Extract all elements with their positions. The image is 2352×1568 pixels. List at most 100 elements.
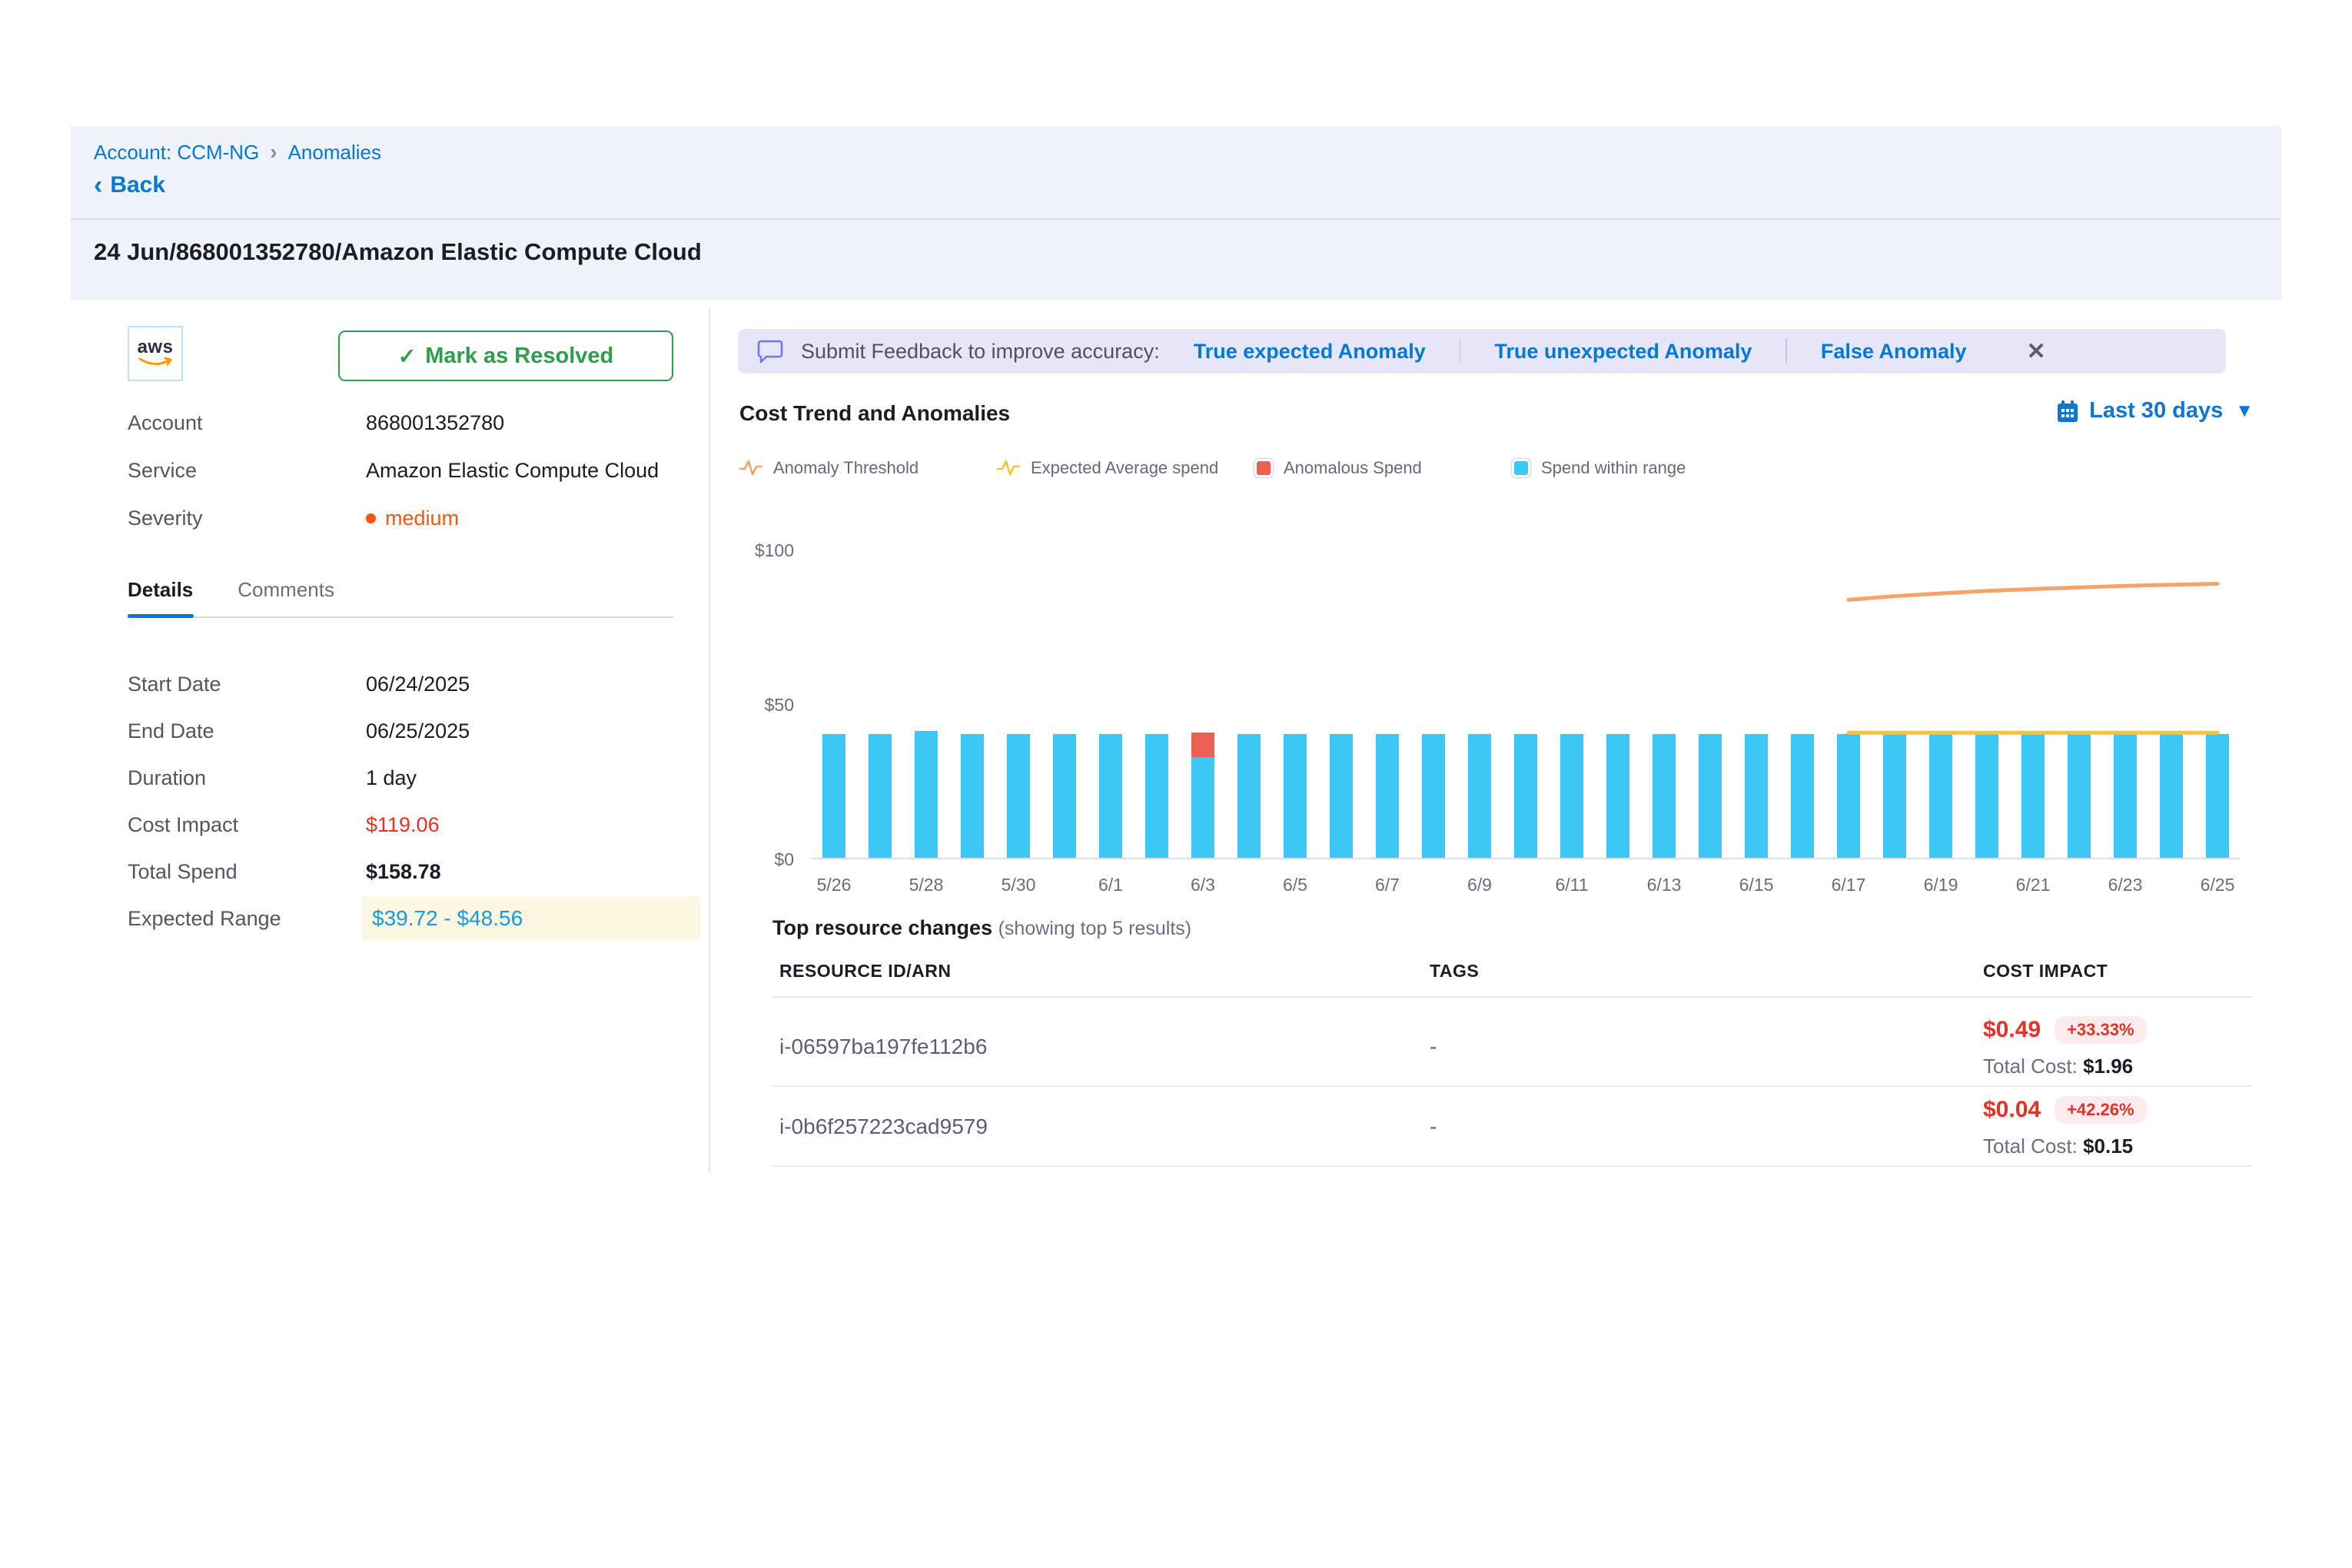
breadcrumb-anomalies-link[interactable]: Anomalies xyxy=(288,141,381,164)
tab-comments[interactable]: Comments xyxy=(238,578,334,616)
end-date-value: 06/25/2025 xyxy=(366,716,470,746)
feedback-prompt: Submit Feedback to improve accuracy: xyxy=(801,340,1160,364)
end-date-label: End Date xyxy=(128,716,214,746)
end-date-row: End Date 06/25/2025 xyxy=(128,716,696,746)
x-axis-tick: 6/3 xyxy=(1168,875,1237,895)
table-title-text: Top resource changes xyxy=(772,916,992,939)
x-axis-tick: 6/21 xyxy=(1998,875,2068,895)
back-chevron-icon: ‹ xyxy=(94,174,102,197)
close-icon[interactable]: ✕ xyxy=(2026,338,2045,365)
x-axis-tick: 6/25 xyxy=(2183,875,2252,895)
expected-range-row: Expected Range $39.72 - $48.56 xyxy=(128,903,696,934)
expected-range-highlight: $39.72 - $48.56 xyxy=(362,896,700,941)
change-percent-badge: +33.33% xyxy=(2055,1016,2146,1044)
calendar-icon xyxy=(2055,399,2080,424)
feedback-option-true-expected[interactable]: True expected Anomaly xyxy=(1160,340,1460,364)
legend-item-anomalous-spend: Anomalous Spend xyxy=(1254,458,1512,478)
x-axis-tick: 6/7 xyxy=(1353,875,1422,895)
resource-id[interactable]: i-0b6f257223cad9579 xyxy=(779,1115,988,1139)
chart-title: Cost Trend and Anomalies xyxy=(739,401,1010,426)
feedback-option-true-unexpected[interactable]: True unexpected Anomaly xyxy=(1460,340,1786,364)
total-cost-value: $0.15 xyxy=(2083,1134,2133,1158)
severity-row: Severity medium xyxy=(128,503,696,533)
y-axis-tick: $100 xyxy=(721,538,794,563)
change-percent-badge: +42.26% xyxy=(2055,1096,2146,1124)
table-divider xyxy=(772,1085,2253,1087)
service-value: Amazon Elastic Compute Cloud xyxy=(366,455,659,486)
cost-impact-row: Cost Impact $119.06 xyxy=(128,809,696,840)
account-value: 868001352780 xyxy=(366,407,504,438)
cost-impact-cell: $0.49 +33.33% xyxy=(1983,1016,2147,1044)
table-divider xyxy=(772,1165,2253,1167)
duration-value: 1 day xyxy=(366,762,417,793)
date-range-selector[interactable]: Last 30 days ▼ xyxy=(2055,398,2254,424)
column-header-resource-id: RESOURCE ID/ARN xyxy=(779,961,951,982)
panel-divider xyxy=(709,307,710,1172)
severity-badge: medium xyxy=(366,503,459,533)
total-cost-label: Total Cost: xyxy=(1983,1055,2078,1078)
column-header-cost-impact: COST IMPACT xyxy=(1983,961,2108,982)
x-axis-tick: 6/19 xyxy=(1906,875,1975,895)
y-axis-tick: $50 xyxy=(721,693,794,717)
check-icon: ✓ xyxy=(398,344,416,369)
expected-range-label: Expected Range xyxy=(128,903,281,934)
start-date-label: Start Date xyxy=(128,669,221,699)
page-title: 24 Jun/868001352780/Amazon Elastic Compu… xyxy=(94,238,702,266)
anomaly-detail-page: Account: CCM-NG › Anomalies ‹ Back 24 Ju… xyxy=(0,0,2352,1568)
x-axis-tick: 5/28 xyxy=(892,875,961,895)
mark-resolved-button[interactable]: ✓ Mark as Resolved xyxy=(338,331,673,381)
tab-details[interactable]: Details xyxy=(128,578,193,616)
trend-lines xyxy=(811,538,2241,859)
x-axis-tick: 6/17 xyxy=(1814,875,1883,895)
header-band: Account: CCM-NG › Anomalies ‹ Back 24 Ju… xyxy=(71,126,2281,300)
cost-impact-amount: $0.49 xyxy=(1983,1017,2041,1043)
service-row: Service Amazon Elastic Compute Cloud xyxy=(128,455,696,486)
column-header-tags: TAGS xyxy=(1430,961,1479,982)
spend-within-range-swatch-icon xyxy=(1512,459,1530,477)
legend-item-spend-within-range: Spend within range xyxy=(1512,458,1769,478)
y-axis-tick: $0 xyxy=(721,847,794,872)
x-axis-tick: 6/11 xyxy=(1537,875,1606,895)
anomaly-threshold-line xyxy=(1849,583,2217,600)
x-axis-tick: 6/23 xyxy=(2091,875,2160,895)
anomaly-threshold-line-icon xyxy=(739,458,762,478)
total-spend-value: $158.78 xyxy=(366,856,441,887)
severity-label: Severity xyxy=(128,503,203,533)
chat-bubble-icon xyxy=(756,338,784,364)
cost-impact-amount: $0.04 xyxy=(1983,1097,2041,1123)
resource-id[interactable]: i-06597ba197fe112b6 xyxy=(779,1035,987,1059)
x-axis-tick: 6/9 xyxy=(1445,875,1514,895)
tags-value: - xyxy=(1430,1115,1437,1139)
back-button[interactable]: ‹ Back xyxy=(94,172,165,198)
expected-average-line-icon xyxy=(997,458,1020,478)
legend-item-anomaly-threshold: Anomaly Threshold xyxy=(739,458,997,478)
x-axis-tick: 6/5 xyxy=(1261,875,1330,895)
duration-label: Duration xyxy=(128,762,206,793)
cost-impact-label: Cost Impact xyxy=(128,809,238,840)
header-divider xyxy=(71,218,2281,220)
severity-value: medium xyxy=(385,503,459,533)
cost-impact-cell: $0.04 +42.26% xyxy=(1983,1096,2147,1124)
breadcrumb-account-link[interactable]: Account: CCM-NG xyxy=(94,141,259,164)
cost-trend-chart: 5/265/285/306/16/36/56/76/96/116/136/156… xyxy=(811,538,2241,859)
expected-range-value: $39.72 - $48.56 xyxy=(372,903,523,934)
tags-value: - xyxy=(1430,1035,1437,1059)
chart-legend: Anomaly Threshold Expected Average spend… xyxy=(739,458,1769,478)
total-cost-line: Total Cost: $0.15 xyxy=(1983,1134,2133,1158)
legend-label: Anomaly Threshold xyxy=(773,458,919,478)
legend-label: Spend within range xyxy=(1541,458,1686,478)
feedback-option-false[interactable]: False Anomaly xyxy=(1787,340,2001,364)
resources-table-title: Top resource changes (showing top 5 resu… xyxy=(772,916,1191,940)
x-axis-tick: 5/30 xyxy=(984,875,1053,895)
total-cost-value: $1.96 xyxy=(2083,1055,2133,1078)
table-divider xyxy=(772,996,2253,998)
date-range-label: Last 30 days xyxy=(2089,398,2223,424)
cost-impact-value: $119.06 xyxy=(366,809,440,840)
x-axis-tick: 6/13 xyxy=(1629,875,1699,895)
mark-resolved-label: Mark as Resolved xyxy=(425,344,613,369)
severity-dot-icon xyxy=(366,513,376,523)
legend-item-expected-average: Expected Average spend xyxy=(997,458,1254,478)
aws-logo-text: aws xyxy=(138,338,174,357)
aws-logo: aws xyxy=(128,326,183,381)
start-date-row: Start Date 06/24/2025 xyxy=(128,669,696,699)
